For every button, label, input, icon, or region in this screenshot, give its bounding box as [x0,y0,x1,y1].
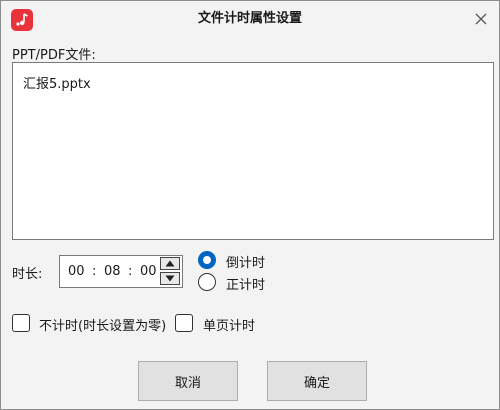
countup-label: 正计时 [226,278,266,293]
file-list[interactable]: 汇报5.pptx [12,62,494,240]
cancel-button[interactable]: 取消 [138,361,238,401]
duration-seconds[interactable]: 00 [140,264,157,279]
countup-radio[interactable] [198,273,216,291]
file-list-item[interactable]: 汇报5.pptx [23,73,91,92]
spin-down-button[interactable] [160,272,180,285]
close-icon[interactable] [469,7,493,31]
duration-label: 时长: [12,267,43,282]
ok-button[interactable]: 确定 [267,361,367,401]
triangle-up-icon [165,260,175,267]
per-page-label: 单页计时 [203,319,256,334]
time-separator: : [92,264,97,279]
per-page-checkbox[interactable] [175,314,193,332]
time-separator: : [128,264,133,279]
duration-hours[interactable]: 00 [68,264,85,279]
no-timing-checkbox[interactable] [12,314,30,332]
triangle-down-icon [165,275,175,282]
file-label: PPT/PDF文件: [12,48,96,63]
countdown-label: 倒计时 [226,256,266,271]
countdown-radio[interactable] [198,251,216,269]
dialog-title: 文件计时属性设置 [197,11,302,26]
title-bar[interactable]: 文件计时属性设置 [1,1,499,37]
no-timing-label: 不计时(时长设置为零) [39,319,167,334]
duration-minutes[interactable]: 08 [104,264,121,279]
dialog-window: 文件计时属性设置 PPT/PDF文件: 汇报5.pptx 时长: 00 : 08… [0,0,500,410]
spin-up-button[interactable] [160,257,180,270]
